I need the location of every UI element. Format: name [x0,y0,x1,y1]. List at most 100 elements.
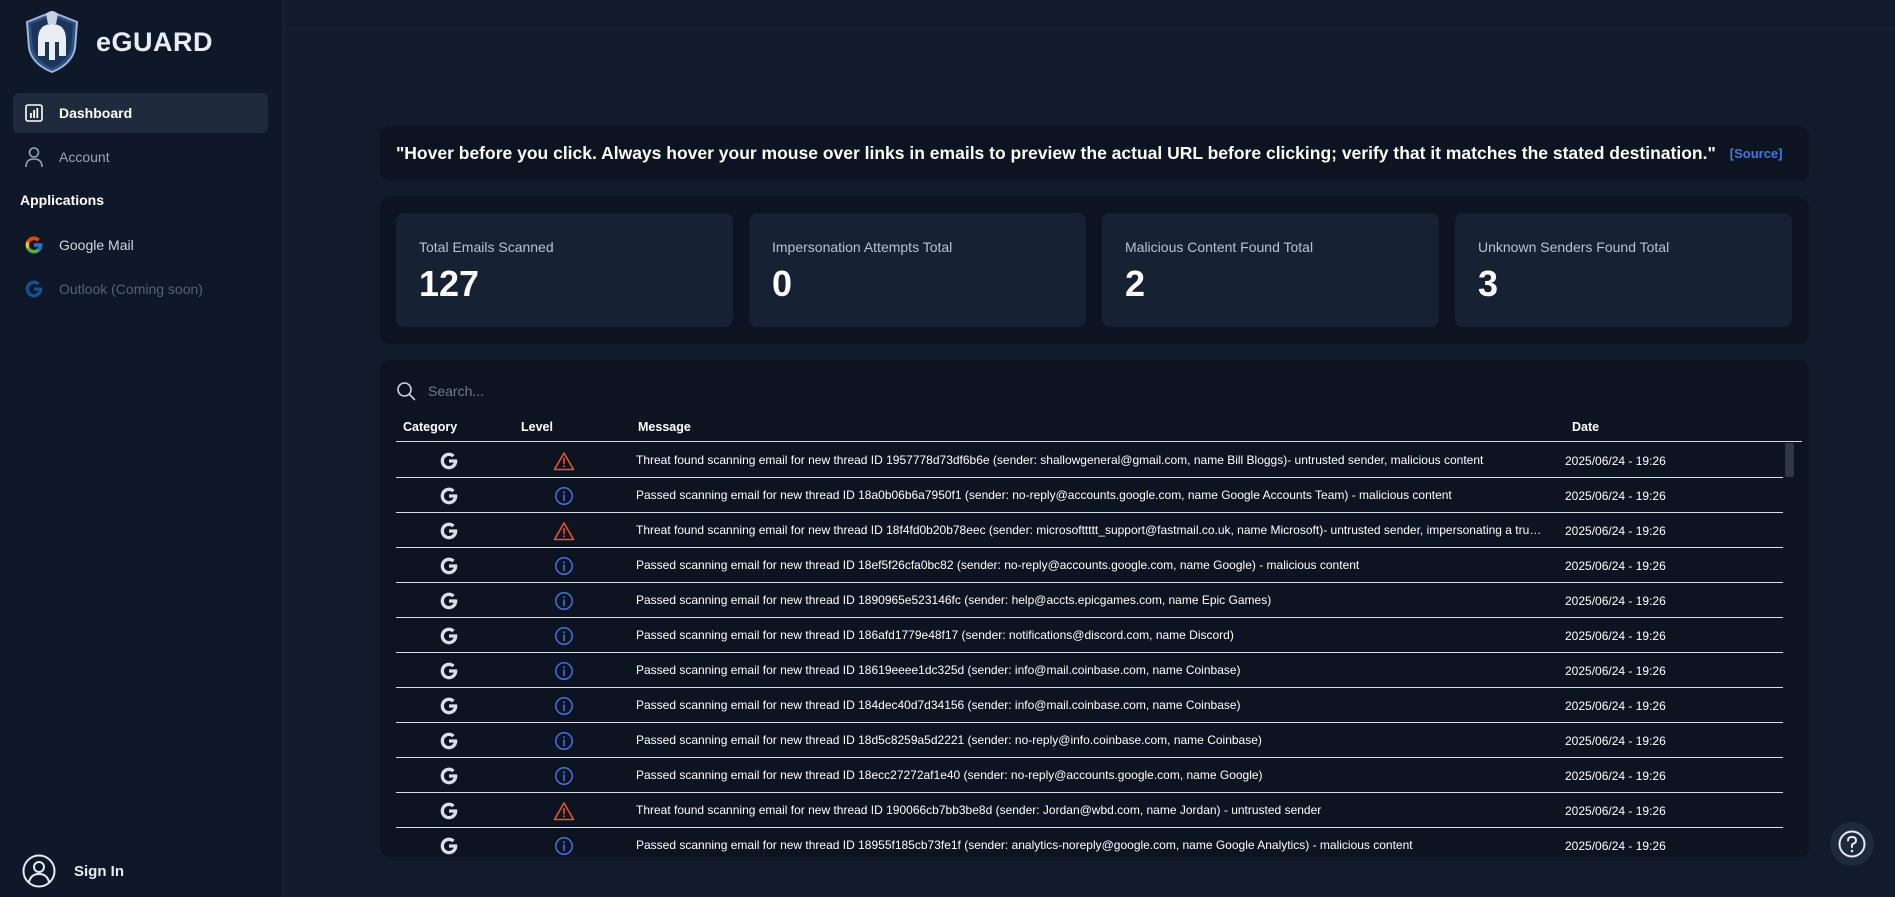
sidebar-item-account[interactable]: Account [13,137,268,177]
google-blue-icon [23,278,45,300]
log-date: 2025/06/24 - 19:26 [1565,593,1666,608]
log-date: 2025/06/24 - 19:26 [1565,698,1666,713]
google-category-icon [438,793,460,828]
table-row[interactable]: Passed scanning email for new thread ID … [396,723,1783,758]
bar-chart-icon [23,102,45,124]
info-circle-icon [552,548,576,583]
info-circle-icon [552,478,576,513]
log-date: 2025/06/24 - 19:26 [1565,768,1666,783]
log-date: 2025/06/24 - 19:26 [1565,488,1666,503]
log-message: Passed scanning email for new thread ID … [636,698,1241,712]
sign-in-label: Sign In [74,862,124,880]
stat-label: Unknown Senders Found Total [1478,239,1670,255]
google-category-icon [438,513,460,548]
log-message: Passed scanning email for new thread ID … [636,733,1262,747]
info-circle-icon [552,828,576,857]
question-circle-icon [1838,830,1866,858]
table-row[interactable]: Passed scanning email for new thread ID … [396,548,1783,583]
sidebar-item-label: Account [59,149,110,165]
google-category-icon [438,653,460,688]
google-category-icon [438,583,460,618]
column-header-date[interactable]: Date [1572,420,1599,434]
log-table-body: Threat found scanning email for new thre… [396,443,1783,857]
log-date: 2025/06/24 - 19:26 [1565,803,1666,818]
stat-label: Impersonation Attempts Total [772,239,953,255]
section-title-applications: Applications [20,192,105,208]
google-category-icon [438,478,460,513]
sidebar-item-dashboard[interactable]: Dashboard [13,93,268,133]
scrollbar-thumb[interactable] [1785,443,1794,477]
search-input[interactable] [428,383,828,399]
info-circle-icon [552,688,576,723]
stat-malicious-content: Malicious Content Found Total 2 [1102,213,1439,327]
stat-label: Malicious Content Found Total [1125,239,1314,255]
log-message: Passed scanning email for new thread ID … [636,593,1272,607]
sidebar-item-label: Outlook (Coming soon) [59,281,203,297]
security-tip-text: "Hover before you click. Always hover yo… [396,143,1716,163]
log-date: 2025/06/24 - 19:26 [1565,523,1666,538]
stat-value: 3 [1478,263,1499,304]
log-date: 2025/06/24 - 19:26 [1565,453,1666,468]
table-row[interactable]: Threat found scanning email for new thre… [396,793,1783,828]
top-bar [285,0,1895,29]
table-row[interactable]: Passed scanning email for new thread ID … [396,758,1783,793]
log-date: 2025/06/24 - 19:26 [1565,838,1666,853]
sidebar-item-google-mail[interactable]: Google Mail [13,225,268,265]
log-message: Passed scanning email for new thread ID … [636,663,1241,677]
google-category-icon [438,758,460,793]
info-circle-icon [552,723,576,758]
log-message: Passed scanning email for new thread ID … [636,628,1234,642]
user-icon [23,146,45,168]
table-row[interactable]: Passed scanning email for new thread ID … [396,618,1783,653]
table-row[interactable]: Passed scanning email for new thread ID … [396,653,1783,688]
spartan-helmet-shield-icon [25,10,79,74]
log-date: 2025/06/24 - 19:26 [1565,733,1666,748]
stat-unknown-senders: Unknown Senders Found Total 3 [1455,213,1792,327]
stat-total-emails-scanned: Total Emails Scanned 127 [396,213,733,327]
column-header-message[interactable]: Message [638,420,691,434]
sidebar: eGUARD Dashboard Account Applications Go… [0,0,284,897]
info-circle-icon [552,583,576,618]
google-category-icon [438,828,460,857]
table-row[interactable]: Passed scanning email for new thread ID … [396,583,1783,618]
log-date: 2025/06/24 - 19:26 [1565,628,1666,643]
log-message: Passed scanning email for new thread ID … [636,838,1413,852]
warning-triangle-icon [552,793,576,828]
log-message: Threat found scanning email for new thre… [636,523,1546,537]
log-message: Passed scanning email for new thread ID … [636,768,1263,782]
table-row[interactable]: Passed scanning email for new thread ID … [396,828,1783,857]
google-category-icon [438,688,460,723]
column-header-level[interactable]: Level [521,420,553,434]
search-bar [396,376,896,406]
stats-panel: Total Emails Scanned 127 Impersonation A… [380,197,1809,344]
google-category-icon [438,618,460,653]
sidebar-item-outlook: Outlook (Coming soon) [13,269,268,309]
search-icon [397,382,416,401]
table-row[interactable]: Passed scanning email for new thread ID … [396,688,1783,723]
stat-value: 127 [419,263,480,304]
security-tip-card: "Hover before you click. Always hover yo… [380,126,1809,181]
table-row[interactable]: Passed scanning email for new thread ID … [396,478,1783,513]
table-scrollbar[interactable] [1785,443,1794,857]
sidebar-item-label: Dashboard [59,105,133,121]
user-circle-icon [22,854,56,888]
log-message: Threat found scanning email for new thre… [636,803,1322,817]
log-date: 2025/06/24 - 19:26 [1565,558,1666,573]
google-color-icon [23,234,45,256]
info-circle-icon [552,653,576,688]
activity-log-panel: Category Level Message Date Threat found… [380,360,1809,857]
table-header: Category Level Message Date [396,418,1802,442]
help-button[interactable] [1830,822,1874,866]
warning-triangle-icon [552,443,576,478]
table-row[interactable]: Threat found scanning email for new thre… [396,513,1783,548]
stat-value: 2 [1125,263,1146,304]
source-link[interactable]: [Source] [1730,146,1783,161]
column-header-category[interactable]: Category [403,420,457,434]
brand[interactable]: eGUARD [22,10,213,74]
table-row[interactable]: Threat found scanning email for new thre… [396,443,1783,478]
sign-in-button[interactable]: Sign In [22,854,124,888]
log-message: Passed scanning email for new thread ID … [636,558,1360,572]
google-category-icon [438,443,460,478]
info-circle-icon [552,618,576,653]
stat-impersonation-attempts: Impersonation Attempts Total 0 [749,213,1086,327]
